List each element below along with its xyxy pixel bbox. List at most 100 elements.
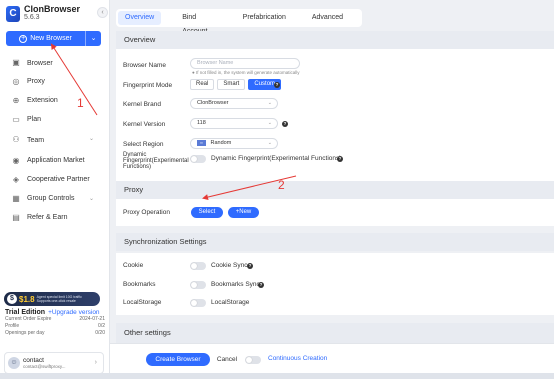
help-icon[interactable]: ? bbox=[337, 156, 343, 162]
sidebar-item-group-controls[interactable]: ▦ Group Controls ⌄ bbox=[0, 189, 110, 208]
help-icon[interactable]: ? bbox=[258, 282, 264, 288]
new-browser-button[interactable]: + New Browser bbox=[6, 31, 85, 46]
chevron-down-icon: ⌄ bbox=[88, 136, 94, 142]
kernel-brand-value: ClonBrowser bbox=[197, 100, 229, 106]
trial-row-value: 0/20 bbox=[95, 330, 105, 336]
sidebar-item-team[interactable]: ⚇ Team ⌄ bbox=[0, 129, 110, 151]
browser-name-placeholder: Browser Name bbox=[197, 60, 234, 66]
partner-icon: ◈ bbox=[12, 174, 20, 184]
sidebar-item-application-market[interactable]: ◉ Application Market bbox=[0, 151, 110, 170]
fingerprint-mode-label: Fingerprint Mode bbox=[123, 82, 173, 89]
promo-banner[interactable]: $ $1.8 Agent special limit 10G traffic S… bbox=[4, 292, 100, 306]
overview-section-title: Overview bbox=[116, 31, 554, 49]
cookie-sync-label: Cookie Sync bbox=[211, 262, 248, 269]
region-value: Random bbox=[210, 140, 232, 146]
contact-card[interactable]: ☺ contact contact@swiftproxy... › bbox=[4, 352, 104, 374]
new-browser-label: New Browser bbox=[30, 35, 72, 42]
kernel-brand-select[interactable]: ClonBrowser ⌄ bbox=[190, 98, 278, 109]
tab-prefabrication[interactable]: Prefabrication bbox=[236, 11, 293, 25]
brand-version: 5.6.3 bbox=[24, 14, 40, 21]
dynamic-fingerprint-toggle-label: Dynamic Fingerprint(Experimental Functio… bbox=[211, 155, 342, 162]
cancel-button[interactable]: Cancel bbox=[214, 353, 240, 366]
sidebar-item-browser[interactable]: ▣ Browser bbox=[0, 54, 110, 72]
team-icon: ⚇ bbox=[12, 135, 20, 144]
help-icon[interactable]: ? bbox=[274, 82, 280, 88]
tab-bind-account[interactable]: Bind Account bbox=[175, 11, 223, 35]
dynamic-fingerprint-label: Dynamic Fingerprint(Experimental Functio… bbox=[123, 152, 189, 170]
bookmarks-label: Bookmarks bbox=[123, 281, 156, 288]
select-region-label: Select Region bbox=[123, 141, 164, 148]
bookmarks-sync-toggle[interactable] bbox=[190, 281, 206, 289]
browser-name-input[interactable]: Browser Name bbox=[190, 58, 300, 69]
cookie-sync-toggle[interactable] bbox=[190, 262, 206, 270]
trial-row-value: 2024-07-21 bbox=[79, 316, 105, 322]
footer-bar: Create Browser Cancel Continuous Creatio… bbox=[110, 343, 554, 373]
brand: C ClonBrowser 5.6.3 bbox=[6, 5, 80, 22]
group-control-icon: ▦ bbox=[12, 193, 20, 203]
fingerprint-mode-smart[interactable]: Smart bbox=[217, 79, 246, 90]
app-window: C ClonBrowser 5.6.3 ‹ + New Browser ⌄ ▣ B… bbox=[0, 0, 554, 379]
new-browser-button-group: + New Browser ⌄ bbox=[6, 31, 101, 46]
plus-circle-icon: + bbox=[19, 34, 28, 43]
continuous-creation-toggle[interactable] bbox=[245, 356, 261, 364]
dynamic-fingerprint-toggle[interactable] bbox=[190, 155, 206, 163]
sidebar: C ClonBrowser 5.6.3 ‹ + New Browser ⌄ ▣ B… bbox=[0, 0, 110, 379]
localstorage-sync-label: LocalStorage bbox=[211, 299, 250, 306]
browser-icon: ▣ bbox=[12, 58, 20, 67]
trial-row-value: 0/2 bbox=[98, 323, 105, 329]
kernel-brand-label: Kernel Brand bbox=[123, 101, 161, 108]
proxy-select-button[interactable]: Select bbox=[191, 207, 223, 218]
sidebar-item-proxy[interactable]: ◎ Proxy bbox=[0, 72, 110, 91]
sidebar-nav: ▣ Browser ◎ Proxy ⊕ Extension ▭ Plan ⚇ Team ⌄ ◉ Appl… bbox=[0, 54, 110, 227]
settings-content[interactable]: Overview Browser Name Browser Name ● If … bbox=[116, 28, 554, 343]
bookmarks-sync-label: Bookmarks Sync bbox=[211, 281, 260, 288]
sidebar-item-extension[interactable]: ⊕ Extension bbox=[0, 91, 110, 110]
chevron-down-icon: ⌄ bbox=[267, 120, 272, 126]
fingerprint-mode-real[interactable]: Real bbox=[190, 79, 215, 90]
create-browser-button[interactable]: Create Browser bbox=[146, 353, 210, 366]
flag-icon: ▪▪ bbox=[197, 139, 206, 146]
clonbrowser-logo-icon: C bbox=[6, 5, 20, 22]
browser-name-hint: ● If not filled in, the system will gene… bbox=[192, 70, 300, 75]
proxy-section-title: Proxy bbox=[116, 181, 554, 199]
sidebar-item-label: Cooperative Partner bbox=[27, 176, 90, 183]
upgrade-link[interactable]: +Upgrade version bbox=[48, 309, 100, 316]
kernel-version-label: Kernel Version bbox=[123, 121, 166, 128]
tab-overview[interactable]: Overview bbox=[118, 11, 162, 25]
chevron-right-icon: › bbox=[94, 359, 97, 366]
chevron-down-icon: ⌄ bbox=[267, 140, 272, 146]
globe-icon: ◎ bbox=[12, 76, 20, 86]
chevron-down-icon: ⌄ bbox=[90, 35, 97, 42]
browser-name-hint-text: If not filled in, the system will genera… bbox=[195, 70, 300, 75]
sidebar-item-label: Application Market bbox=[27, 157, 85, 164]
region-select[interactable]: ▪▪ Random ⌄ bbox=[190, 138, 278, 149]
sidebar-item-label: Plan bbox=[27, 116, 42, 123]
trial-row-label: Profile bbox=[5, 323, 20, 329]
sidebar-item-cooperative-partner[interactable]: ◈ Cooperative Partner bbox=[0, 170, 110, 189]
extension-icon: ⊕ bbox=[12, 95, 20, 105]
sidebar-item-plan[interactable]: ▭ Plan bbox=[0, 110, 110, 129]
tab-bar: Overview Bind Account Prefabrication Adv… bbox=[116, 9, 362, 35]
promo-badge-icon: $ bbox=[7, 294, 17, 304]
trial-row: Openings per day 0/20 bbox=[5, 330, 105, 337]
window-bottom-edge bbox=[0, 373, 554, 379]
fingerprint-mode-selector: Real Smart Custom bbox=[190, 79, 282, 90]
kernel-version-select[interactable]: 118 ⌄ bbox=[190, 118, 278, 129]
sidebar-item-refer-earn[interactable]: ▤ Refer & Earn bbox=[0, 208, 110, 227]
sidebar-item-label: Group Controls bbox=[27, 195, 75, 202]
localstorage-label: LocalStorage bbox=[123, 299, 162, 306]
proxy-new-button[interactable]: +New bbox=[228, 207, 259, 218]
proxy-operation-label: Proxy Operation bbox=[123, 209, 170, 216]
collapse-sidebar-button[interactable]: ‹ bbox=[97, 7, 108, 18]
trial-row-label: Current Order Expire bbox=[5, 316, 52, 322]
help-icon[interactable]: ? bbox=[282, 121, 288, 127]
refer-icon: ▤ bbox=[12, 212, 20, 222]
localstorage-sync-toggle[interactable] bbox=[190, 299, 206, 307]
tab-advanced[interactable]: Advanced bbox=[305, 11, 350, 25]
kernel-version-value: 118 bbox=[197, 120, 206, 126]
new-browser-dropdown-button[interactable]: ⌄ bbox=[85, 31, 101, 46]
plan-icon: ▭ bbox=[12, 114, 20, 124]
proxy-section: Proxy Operation Select +New bbox=[116, 199, 554, 226]
trial-row-label: Openings per day bbox=[5, 330, 45, 336]
help-icon[interactable]: ? bbox=[247, 263, 253, 269]
